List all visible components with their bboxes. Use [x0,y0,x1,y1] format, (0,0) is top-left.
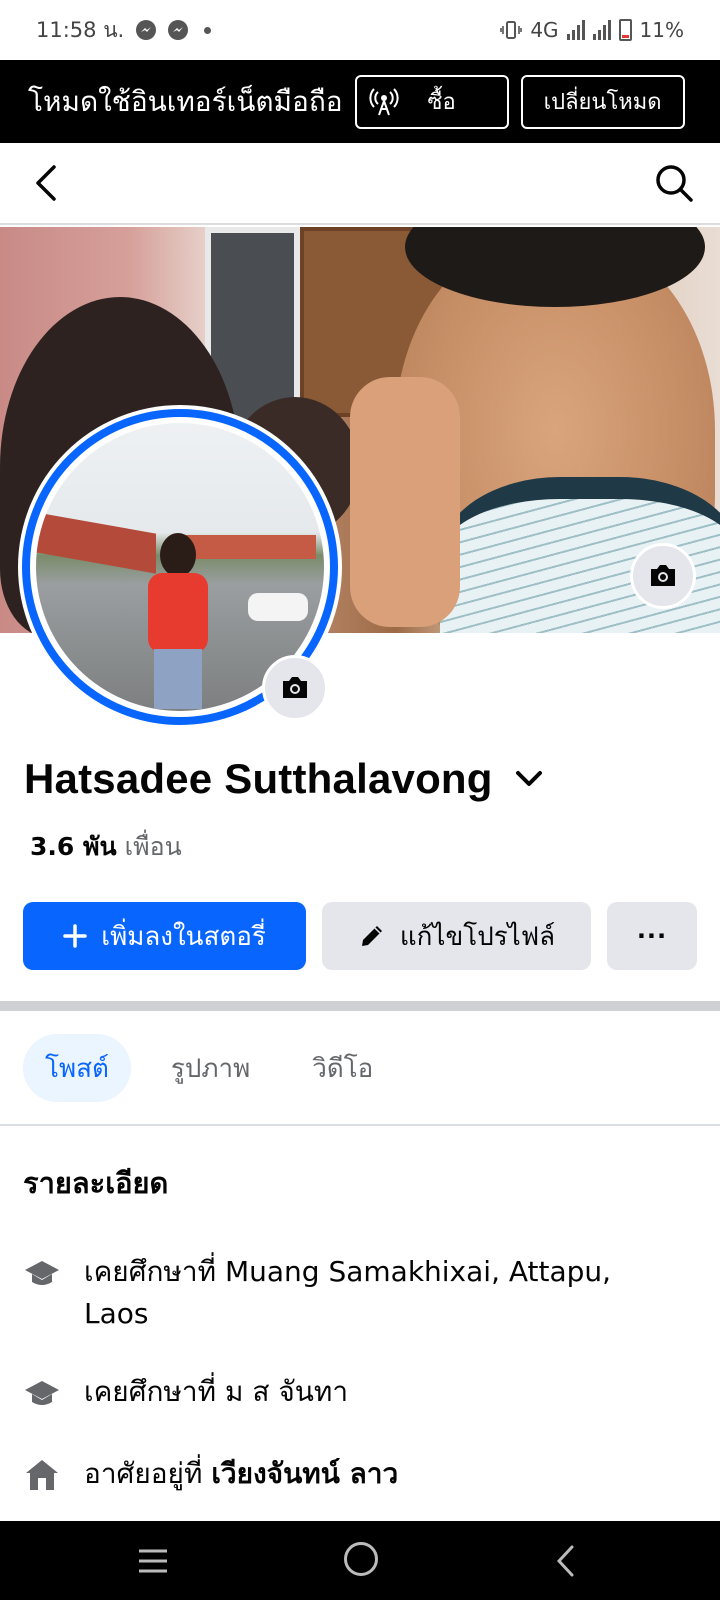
profile-tabs: โพสต์ รูปภาพ วิดีโอ [23,1034,395,1102]
tab-videos[interactable]: วิดีโอ [290,1034,395,1102]
antenna-icon [369,87,399,115]
graduation-cap-icon [25,1381,59,1405]
friends-label: เพื่อน [124,832,182,861]
battery-level: 11% [639,18,684,42]
clock: 11:58 น. [36,17,125,42]
tabs-divider [0,1124,720,1126]
friends-number: 3.6 พัน [30,832,117,861]
pencil-icon [361,926,382,946]
graduation-cap-icon [25,1261,59,1285]
buy-label: ซื้อ [427,90,456,115]
data-mode-banner: โหมดใช้อินเทอร์เน็ตมือถือ ซื้อ เปลี่ยนโห… [0,60,720,143]
signal-icon [566,20,585,40]
battery-icon [618,19,632,41]
tab-posts[interactable]: โพสต์ [23,1034,131,1102]
profile-name[interactable]: Hatsadee Sutthalavong [24,755,545,803]
switch-mode-label: เปลี่ยนโหมด [543,90,662,115]
edit-cover-camera-button[interactable] [630,543,696,609]
chevron-down-icon[interactable] [513,763,545,795]
profile-actions: เพิ่มลงในสตอรี่ แก้ไขโปรไฟล์ ··· [23,902,697,970]
nav-back-icon[interactable] [554,1543,578,1579]
edit-profile-button[interactable]: แก้ไขโปรไฟล์ [322,902,591,970]
status-bar: 11:58 น. 4G 11% [0,0,720,60]
add-to-story-button[interactable]: เพิ่มลงในสตอรี่ [23,902,306,970]
detail-education-2[interactable]: เคยศึกษาที่ ม ส จันทา [24,1371,674,1413]
messenger-icon [168,20,189,40]
recent-apps-icon[interactable] [137,1546,169,1576]
search-icon[interactable] [654,163,694,203]
section-divider [0,1001,720,1011]
tab-photos[interactable]: รูปภาพ [149,1034,272,1102]
vibrate-icon [500,21,523,39]
network-type: 4G [530,18,559,42]
system-navigation-bar [0,1521,720,1600]
profile-name-text: Hatsadee Sutthalavong [24,755,493,802]
detail-prefix: อาศัยอยู่ที่ [84,1457,212,1490]
switch-mode-button[interactable]: เปลี่ยนโหมด [520,74,685,129]
more-options-button[interactable]: ··· [607,902,697,970]
edit-profile-label: แก้ไขโปรไฟล์ [399,921,556,952]
camera-icon [283,677,307,698]
top-nav-bar [0,143,720,225]
back-arrow-icon[interactable] [28,161,68,205]
friends-count[interactable]: 3.6 พัน เพื่อน [30,827,182,867]
home-button-icon[interactable] [344,1542,378,1576]
buy-data-button[interactable]: ซื้อ [354,74,509,129]
plus-icon [63,924,87,948]
notification-dot-icon [204,26,212,34]
camera-icon [651,565,675,586]
edit-profile-picture-button[interactable] [262,655,328,721]
add-to-story-label: เพิ่มลงในสตอรี่ [101,921,266,952]
more-dots-icon: ··· [636,922,668,950]
detail-text: เคยศึกษาที่ Muang Samakhixai, Attapu, La… [84,1255,612,1330]
details-title: รายละเอียด [23,1166,169,1200]
detail-text: เคยศึกษาที่ ม ส จันทา [84,1375,349,1408]
messenger-icon [136,20,157,40]
detail-education-1[interactable]: เคยศึกษาที่ Muang Samakhixai, Attapu, La… [24,1251,674,1335]
signal-icon [592,20,611,40]
home-icon [26,1460,58,1490]
data-mode-text: โหมดใช้อินเทอร์เน็ตมือถือ [28,84,343,118]
detail-lives-in[interactable]: อาศัยอยู่ที่ เวียงจันทน์ ลาว [24,1453,674,1495]
detail-place-link[interactable]: เวียงจันทน์ ลาว [211,1457,398,1490]
